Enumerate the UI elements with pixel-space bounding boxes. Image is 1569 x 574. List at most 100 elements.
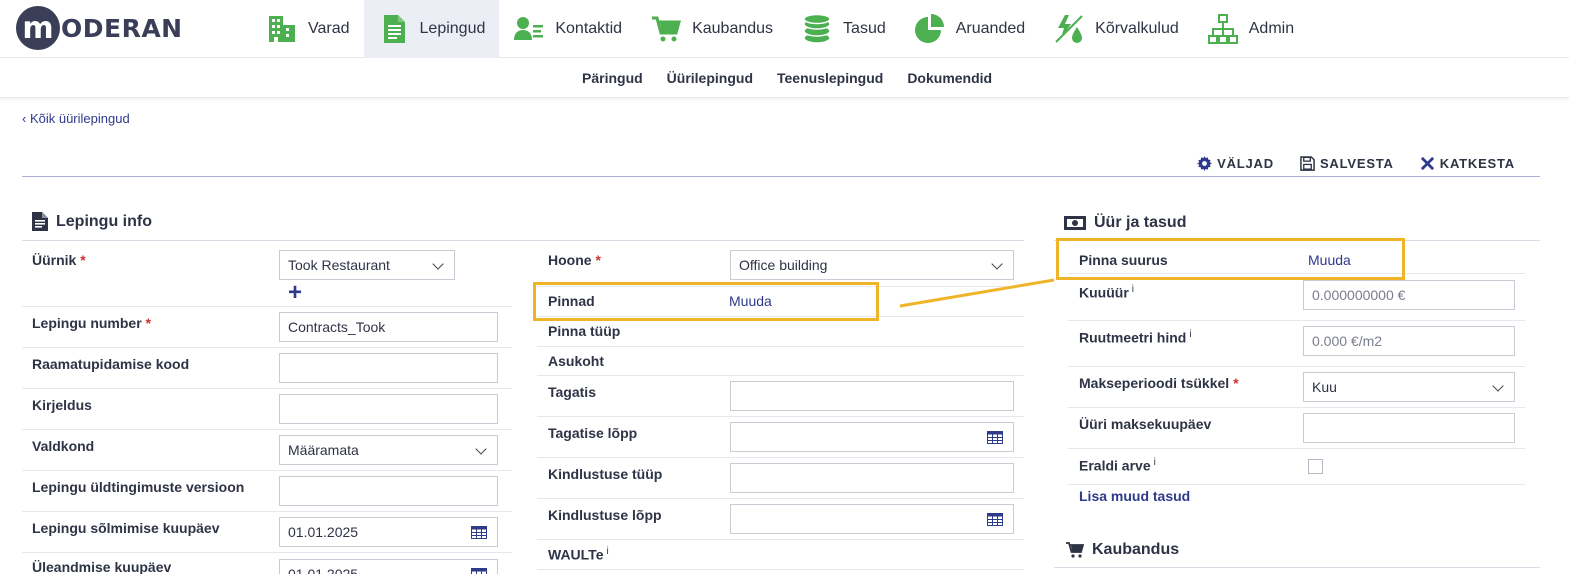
save-icon: [1300, 156, 1315, 171]
form-row-separate-invoice: Eraldi arve i: [1068, 449, 1525, 485]
nav-item-tasud[interactable]: Tasud: [787, 0, 900, 58]
nav-item-varad[interactable]: Varad: [252, 0, 364, 58]
section-divider: [1054, 567, 1540, 568]
info-icon[interactable]: i: [1189, 329, 1191, 340]
sub-nav: Päringud Üürilepingud Teenuslepingud Dok…: [0, 58, 1569, 98]
pie-chart-icon: [914, 14, 944, 43]
monthly-rent-label: Kuuüür i: [1079, 284, 1134, 301]
subnav-item-dokumendid[interactable]: Dokumendid: [907, 70, 992, 86]
form-row-area-type: Pinna tüüp: [537, 317, 1024, 347]
highlight-box-area-size: [1056, 238, 1405, 280]
contract-number-label: Lepingu number *: [32, 315, 152, 331]
subnav-item-teenuslepingud[interactable]: Teenuslepingud: [777, 70, 883, 86]
subnav-item-paringud[interactable]: Päringud: [582, 70, 643, 86]
buildings-icon: [269, 16, 295, 42]
add-tenant-button[interactable]: +: [288, 281, 302, 305]
accounting-code-input[interactable]: [279, 353, 498, 383]
nav-label: Aruanded: [955, 20, 1026, 37]
info-icon[interactable]: i: [1154, 457, 1156, 468]
cancel-button[interactable]: KATKESTA: [1420, 156, 1515, 171]
payment-date-input[interactable]: [1303, 413, 1515, 443]
sqm-price-label: Ruutmeetri hind i: [1079, 329, 1192, 346]
form-row-building: Hoone * Office building: [537, 241, 1024, 287]
calendar-icon[interactable]: [987, 431, 1003, 444]
nav-item-kaubandus[interactable]: Kaubandus: [636, 0, 787, 58]
highlight-box-areas: [533, 282, 879, 321]
chevron-down-icon: [432, 258, 444, 270]
chevron-down-icon: [991, 258, 1003, 270]
tenant-select[interactable]: Took Restaurant: [279, 250, 455, 280]
general-terms-label: Lepingu üldtingimuste versioon: [32, 479, 245, 495]
calendar-icon[interactable]: [471, 526, 487, 539]
payment-cycle-label: Makseperioodi tsükkel *: [1079, 375, 1239, 391]
accounting-code-label: Raamatupidamise kood: [32, 356, 190, 372]
nav-label: Tasud: [843, 20, 886, 37]
chevron-down-icon: [475, 443, 487, 455]
document-icon: [383, 15, 405, 43]
insurance-end-input[interactable]: [730, 504, 1014, 534]
close-icon: [1420, 156, 1434, 171]
deposit-end-label: Tagatise lõpp: [548, 425, 638, 441]
form-row-monthly-rent: Kuuüür i 0.000000000 €: [1068, 274, 1525, 321]
nav-item-admin[interactable]: Admin: [1193, 0, 1308, 58]
deposit-label: Tagatis: [548, 384, 596, 400]
subnav-item-uurilepingud[interactable]: Üürilepingud: [667, 70, 753, 86]
nav-label: Kõrvalkulud: [1095, 20, 1179, 37]
section-title-commerce: Kaubandus: [1066, 541, 1179, 559]
form-row-field: Valdkond Määramata: [22, 430, 512, 471]
deposit-end-input[interactable]: [730, 422, 1014, 452]
add-other-fees-link[interactable]: Lisa muud tasud: [1079, 488, 1190, 504]
form-row-accounting-code: Raamatupidamise kood: [22, 348, 512, 389]
toolbar: VÄLJAD SALVESTA KATKESTA: [1171, 156, 1515, 171]
fields-button[interactable]: VÄLJAD: [1197, 156, 1274, 171]
payment-date-label: Üüri maksekuupäev: [1079, 416, 1212, 432]
form-row-handover-date: Üleandmise kuupäev 01.01.2025: [22, 553, 512, 574]
nav-item-aruanded[interactable]: Aruanded: [900, 0, 1039, 58]
form-row-insurance-end: Kindlustuse lõpp: [537, 499, 1024, 540]
location-label: Asukoht: [548, 353, 604, 369]
info-icon[interactable]: i: [1132, 284, 1134, 295]
contacts-icon: [514, 17, 544, 40]
general-terms-input[interactable]: [279, 476, 498, 506]
payment-cycle-select[interactable]: Kuu: [1303, 372, 1515, 402]
top-bar: m ODERAN Varad Lepingud Kontaktid Kauban…: [0, 0, 1569, 58]
hierarchy-icon: [1207, 14, 1238, 44]
building-select[interactable]: Office building: [730, 250, 1014, 280]
description-label: Kirjeldus: [32, 397, 92, 413]
nav-label: Varad: [308, 20, 350, 37]
main-nav: Varad Lepingud Kontaktid Kaubandus Tasud…: [252, 0, 1308, 58]
separate-invoice-checkbox[interactable]: [1308, 459, 1323, 474]
form-row-deposit-end: Tagatise lõpp: [537, 417, 1024, 458]
nav-item-kontaktid[interactable]: Kontaktid: [499, 0, 636, 58]
field-select[interactable]: Määramata: [279, 435, 498, 465]
chevron-down-icon: [1492, 380, 1504, 392]
form-row-deposit: Tagatis: [537, 376, 1024, 417]
info-icon[interactable]: i: [606, 546, 608, 557]
insurance-type-input[interactable]: [730, 463, 1014, 493]
description-input[interactable]: [279, 394, 498, 424]
banknote-icon: [1064, 216, 1086, 230]
save-button[interactable]: SALVESTA: [1300, 156, 1394, 171]
contract-number-input[interactable]: Contracts_Took: [279, 312, 498, 342]
cancel-label: KATKESTA: [1439, 156, 1515, 171]
signing-date-input[interactable]: 01.01.2025: [279, 517, 498, 547]
back-link[interactable]: ‹ Kõik üürilepingud: [22, 111, 130, 126]
nav-item-korvalkulud[interactable]: Kõrvalkulud: [1039, 0, 1193, 58]
insurance-type-label: Kindlustuse tüüp: [548, 466, 663, 482]
logo-text: ODERAN: [61, 13, 183, 43]
moderan-logo[interactable]: m ODERAN: [16, 6, 183, 50]
logo-mark: m: [16, 6, 60, 50]
monthly-rent-input[interactable]: 0.000000000 €: [1303, 280, 1515, 310]
form-row-payment-cycle: Makseperioodi tsükkel * Kuu: [1068, 367, 1525, 408]
save-label: SALVESTA: [1319, 156, 1394, 171]
calendar-icon[interactable]: [987, 513, 1003, 526]
sqm-price-input[interactable]: 0.000 €/m2: [1303, 326, 1515, 356]
handover-date-input[interactable]: 01.01.2025: [279, 559, 498, 574]
calendar-icon[interactable]: [471, 568, 487, 574]
utility-costs-icon: [1055, 15, 1083, 43]
nav-item-lepingud[interactable]: Lepingud: [363, 0, 500, 58]
nav-label: Kaubandus: [692, 20, 774, 37]
deposit-input[interactable]: [730, 381, 1014, 411]
signing-date-label: Lepingu sõlmimise kuupäev: [32, 520, 220, 536]
form-row-contract-number: Lepingu number * Contracts_Took: [22, 307, 512, 348]
